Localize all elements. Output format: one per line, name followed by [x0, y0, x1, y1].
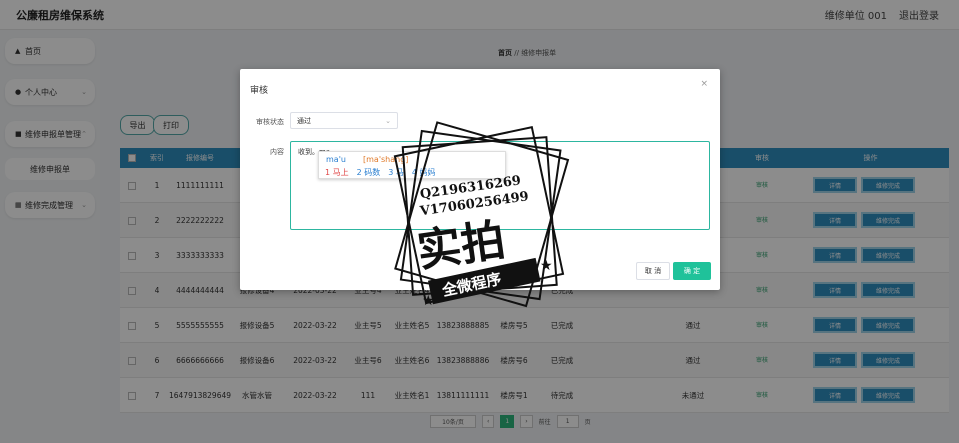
status-label: 审核状态	[256, 118, 284, 126]
ime-candidate[interactable]: 1 马上	[325, 167, 349, 178]
star-icon: ★	[540, 258, 553, 274]
dialog-title: 审核	[250, 86, 269, 96]
ime-candidate[interactable]: 2 码数	[357, 167, 381, 178]
cancel-button[interactable]: 取 消	[636, 262, 670, 280]
ime-pinyin: ma'u	[326, 155, 346, 164]
confirm-button[interactable]: 确 定	[673, 262, 711, 280]
close-icon[interactable]: ×	[700, 79, 708, 89]
watermark-stamp: Q2196316269 V17060256499 实拍 全微程序 ★ ★	[393, 121, 570, 309]
star-icon: ★	[422, 293, 435, 309]
content-label: 内容	[270, 148, 284, 156]
